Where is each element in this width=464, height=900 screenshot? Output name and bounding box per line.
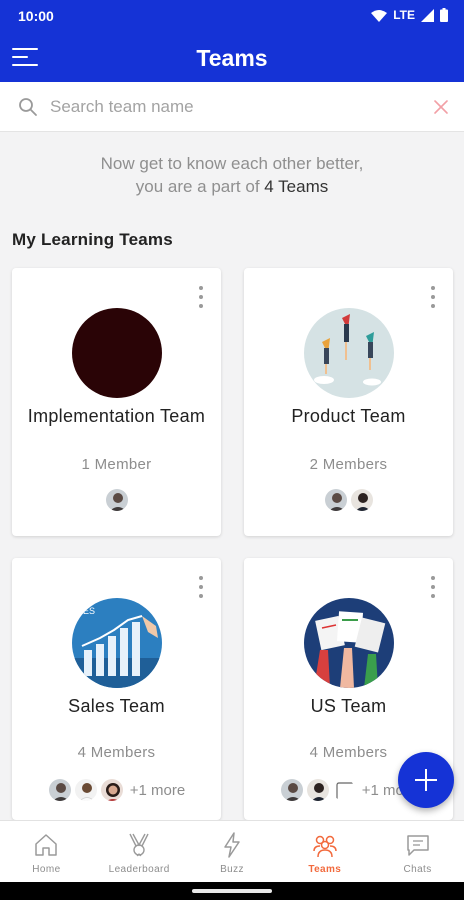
search-input[interactable] (50, 92, 410, 122)
member-avatar (99, 778, 124, 802)
team-card[interactable]: Implementation Team 1 Member (12, 268, 221, 536)
team-avatar (304, 308, 394, 398)
team-name: Implementation Team (27, 406, 206, 426)
add-team-button[interactable] (398, 752, 454, 808)
team-count: 4 Teams (264, 177, 329, 196)
more-options-icon[interactable] (429, 286, 437, 308)
team-card[interactable]: LES Sales Team 4 Members +1 more (12, 558, 221, 820)
nav-item-teams[interactable]: Teams (278, 821, 371, 882)
member-count: 2 Members (309, 456, 388, 473)
app-bar: Teams (0, 34, 464, 82)
intro-line-1: Now get to know each other better, (100, 154, 364, 173)
member-avatar (47, 778, 72, 802)
gesture-navigation-bar (0, 882, 464, 900)
member-avatars: +1 more (12, 778, 221, 802)
page-title: Teams (196, 45, 268, 71)
nav-item-buzz[interactable]: Buzz (186, 821, 279, 882)
signal-icon (421, 8, 434, 22)
wifi-icon (371, 9, 388, 22)
battery-icon (440, 8, 448, 22)
member-avatar (349, 488, 374, 512)
lightning-icon (224, 832, 240, 858)
member-avatars (244, 488, 453, 512)
member-avatars (12, 488, 221, 512)
member-avatar (305, 778, 330, 802)
status-bar: 10:00 LTE (0, 0, 464, 34)
nav-label: Leaderboard (108, 864, 170, 875)
network-label: LTE (393, 8, 415, 22)
team-name: Product Team (291, 406, 406, 426)
nav-label: Buzz (220, 864, 244, 875)
status-icons: LTE (371, 8, 448, 22)
team-name: Sales Team (68, 696, 165, 716)
nav-label: Teams (308, 864, 342, 875)
bottom-navigation: Home Leaderboard Buzz Teams Chats (0, 820, 464, 882)
member-avatar (73, 778, 98, 802)
clear-search-icon[interactable] (432, 98, 450, 116)
section-title: My Learning Teams (12, 230, 173, 249)
member-avatar (279, 778, 304, 802)
more-options-icon[interactable] (197, 576, 205, 598)
more-members-text: +1 more (129, 781, 186, 799)
chat-icon (406, 835, 429, 856)
member-count: 1 Member (81, 456, 152, 473)
intro-line-2: you are a part of 4 Teams (0, 175, 464, 198)
trophy-icon (129, 833, 149, 857)
member-avatar (331, 778, 356, 802)
search-icon (19, 98, 37, 116)
team-avatar (304, 598, 394, 688)
nav-item-home[interactable]: Home (0, 821, 93, 882)
member-count: 4 Members (77, 744, 156, 761)
member-avatar (323, 488, 348, 512)
team-avatar: LES (72, 598, 162, 688)
home-gesture-handle[interactable] (192, 889, 272, 893)
nav-label: Chats (403, 864, 432, 875)
nav-item-chats[interactable]: Chats (371, 821, 464, 882)
intro-line-2-prefix: you are a part of (135, 177, 260, 196)
home-icon (35, 834, 58, 856)
status-time: 10:00 (18, 8, 54, 24)
intro-text: Now get to know each other better, you a… (0, 152, 464, 198)
team-icon (313, 835, 337, 858)
nav-label: Home (32, 864, 61, 875)
team-avatar (72, 308, 162, 398)
svg-text:LES: LES (78, 606, 95, 616)
member-avatar (104, 488, 129, 512)
team-name: US Team (310, 696, 387, 716)
more-options-icon[interactable] (429, 576, 437, 598)
more-options-icon[interactable] (197, 286, 205, 308)
team-card[interactable]: Product Team 2 Members (244, 268, 453, 536)
nav-item-leaderboard[interactable]: Leaderboard (93, 821, 186, 882)
search-bar (0, 82, 464, 132)
